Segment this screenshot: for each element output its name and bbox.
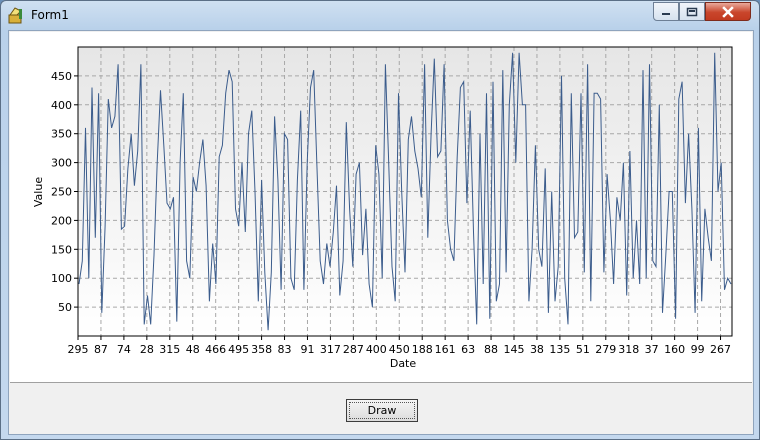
minimize-button[interactable] xyxy=(653,2,679,21)
x-axis-label: Date xyxy=(390,357,417,370)
x-tick-label: 48 xyxy=(186,343,200,356)
title-bar[interactable]: Form1 xyxy=(1,1,759,29)
form-client-area: 50 100 150 200 250 300 350 400 450 295 87 74 28 315 4… xyxy=(8,30,754,435)
x-tick-label: 161 xyxy=(435,343,456,356)
y-tick-label: 50 xyxy=(58,301,72,314)
x-tick-label: 188 xyxy=(412,343,433,356)
x-tick-label: 358 xyxy=(251,343,272,356)
x-tick-label: 83 xyxy=(278,343,292,356)
x-tick-label: 400 xyxy=(366,343,387,356)
x-tick-label: 317 xyxy=(320,343,341,356)
x-tick-label: 37 xyxy=(645,343,659,356)
x-tick-label: 87 xyxy=(94,343,108,356)
x-tick-label: 51 xyxy=(576,343,590,356)
x-tick-label: 74 xyxy=(117,343,131,356)
x-tick-label: 135 xyxy=(549,343,570,356)
x-tick-label: 318 xyxy=(618,343,639,356)
x-tick-label: 267 xyxy=(710,343,731,356)
y-tick-label: 250 xyxy=(51,186,72,199)
y-axis: 50 100 150 200 250 300 350 400 450 xyxy=(51,70,78,314)
y-tick-label: 400 xyxy=(51,99,72,112)
x-tick-label: 495 xyxy=(228,343,249,356)
line-chart: 50100150200250300350400450 295 87 74 28 315 4… xyxy=(32,46,733,370)
x-tick-label: 38 xyxy=(530,343,544,356)
maximize-button[interactable] xyxy=(679,2,705,21)
x-tick-label: 28 xyxy=(140,343,154,356)
chart-panel: 50 100 150 200 250 300 350 400 450 295 87 74 28 315 4… xyxy=(10,32,752,383)
y-tick-label: 150 xyxy=(51,243,72,256)
close-button[interactable] xyxy=(705,2,751,21)
window-title: Form1 xyxy=(31,8,69,22)
x-tick-label: 315 xyxy=(159,343,180,356)
y-axis-label: Value xyxy=(32,177,45,207)
minimize-icon xyxy=(662,12,670,15)
x-tick-label: 88 xyxy=(484,343,498,356)
x-tick-label: 287 xyxy=(343,343,364,356)
x-tick-label: 91 xyxy=(300,343,314,356)
x-tick-label: 99 xyxy=(691,343,705,356)
x-tick-label: 160 xyxy=(664,343,685,356)
x-tick-label: 466 xyxy=(205,343,226,356)
restore-icon xyxy=(686,7,698,16)
main-window: Form1 50100150200250300350400450 xyxy=(0,0,760,440)
x-tick-label: 450 xyxy=(389,343,410,356)
draw-button[interactable]: Draw xyxy=(346,399,418,422)
x-tick-label: 145 xyxy=(504,343,525,356)
y-tick-label: 300 xyxy=(51,157,72,170)
x-axis: 295 87 74 28 315 48 466 495 358 83 91 317 287 400 450 1… xyxy=(68,336,731,356)
y-tick-label: 200 xyxy=(51,214,72,227)
x-tick-label: 63 xyxy=(461,343,475,356)
application-icon xyxy=(8,7,22,24)
y-tick-label: 450 xyxy=(51,70,72,83)
x-tick-label: 295 xyxy=(68,343,89,356)
close-icon xyxy=(722,5,734,18)
x-tick-label: 279 xyxy=(595,343,616,356)
y-tick-label: 100 xyxy=(51,272,72,285)
y-tick-label: 350 xyxy=(51,128,72,141)
